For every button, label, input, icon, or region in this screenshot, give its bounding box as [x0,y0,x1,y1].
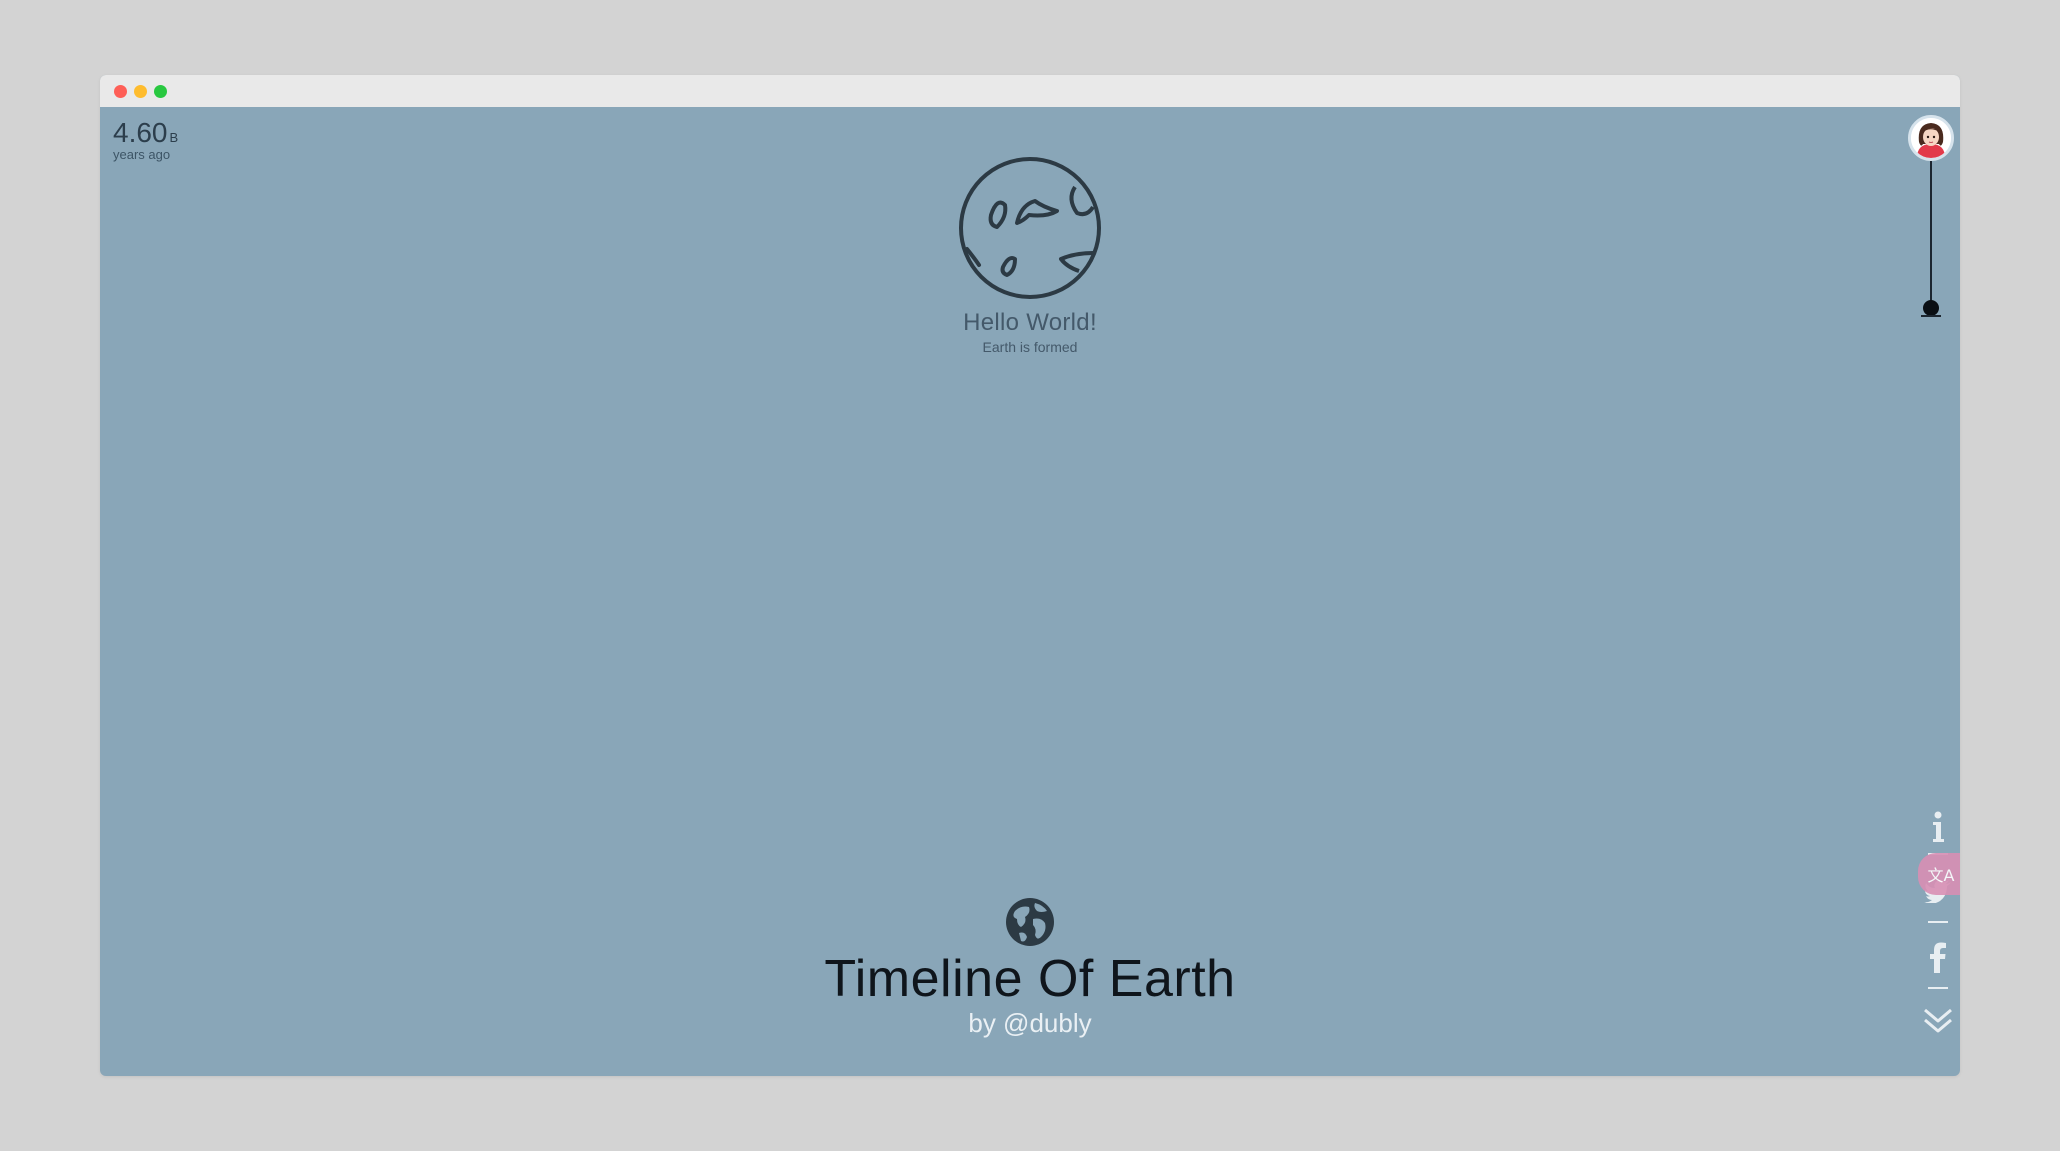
separator [1928,987,1948,989]
close-window-button[interactable] [114,85,127,98]
timeline-slider[interactable] [1900,115,1960,345]
age-value: 4.60 [113,117,168,148]
facebook-icon [1930,942,1946,973]
earth-outline-icon [959,157,1101,299]
author-link[interactable]: by @dubly [730,1008,1330,1039]
site-footer: Timeline Of Earth by @dubly [730,897,1330,1039]
event-title: Hello World! [963,309,1097,336]
translate-icon: 文A [1927,866,1955,885]
timeline-track [1930,161,1932,307]
info-button[interactable] [1918,807,1958,847]
maximize-window-button[interactable] [154,85,167,98]
social-sidebar [1918,807,1958,1047]
globe-filled-icon [1006,898,1054,946]
event-card: Hello World! Earth is formed [930,155,1130,355]
timeline-end-marker [1921,315,1941,317]
info-icon [1933,811,1944,842]
age-indicator: 4.60 B years ago [113,117,178,162]
browser-window: 4.60 B years ago Hello World! Earth is fo… [100,75,1960,1076]
double-chevron-down-icon [1924,1008,1952,1033]
separator [1928,921,1948,923]
translate-button[interactable]: 文A [1918,853,1960,895]
facebook-button[interactable] [1918,937,1958,977]
timeline-handle[interactable] [1923,300,1939,316]
minimize-window-button[interactable] [134,85,147,98]
age-label: years ago [113,147,171,162]
scroll-down-button[interactable] [1918,1001,1958,1041]
title-bar [100,75,1960,107]
site-title: Timeline Of Earth [824,950,1236,1008]
event-subtitle: Earth is formed [982,339,1078,355]
avatar[interactable] [1908,115,1954,161]
age-unit: B [169,130,179,145]
avatar-girl-icon [1911,118,1951,158]
timeline-page: 4.60 B years ago Hello World! Earth is fo… [100,107,1960,1076]
